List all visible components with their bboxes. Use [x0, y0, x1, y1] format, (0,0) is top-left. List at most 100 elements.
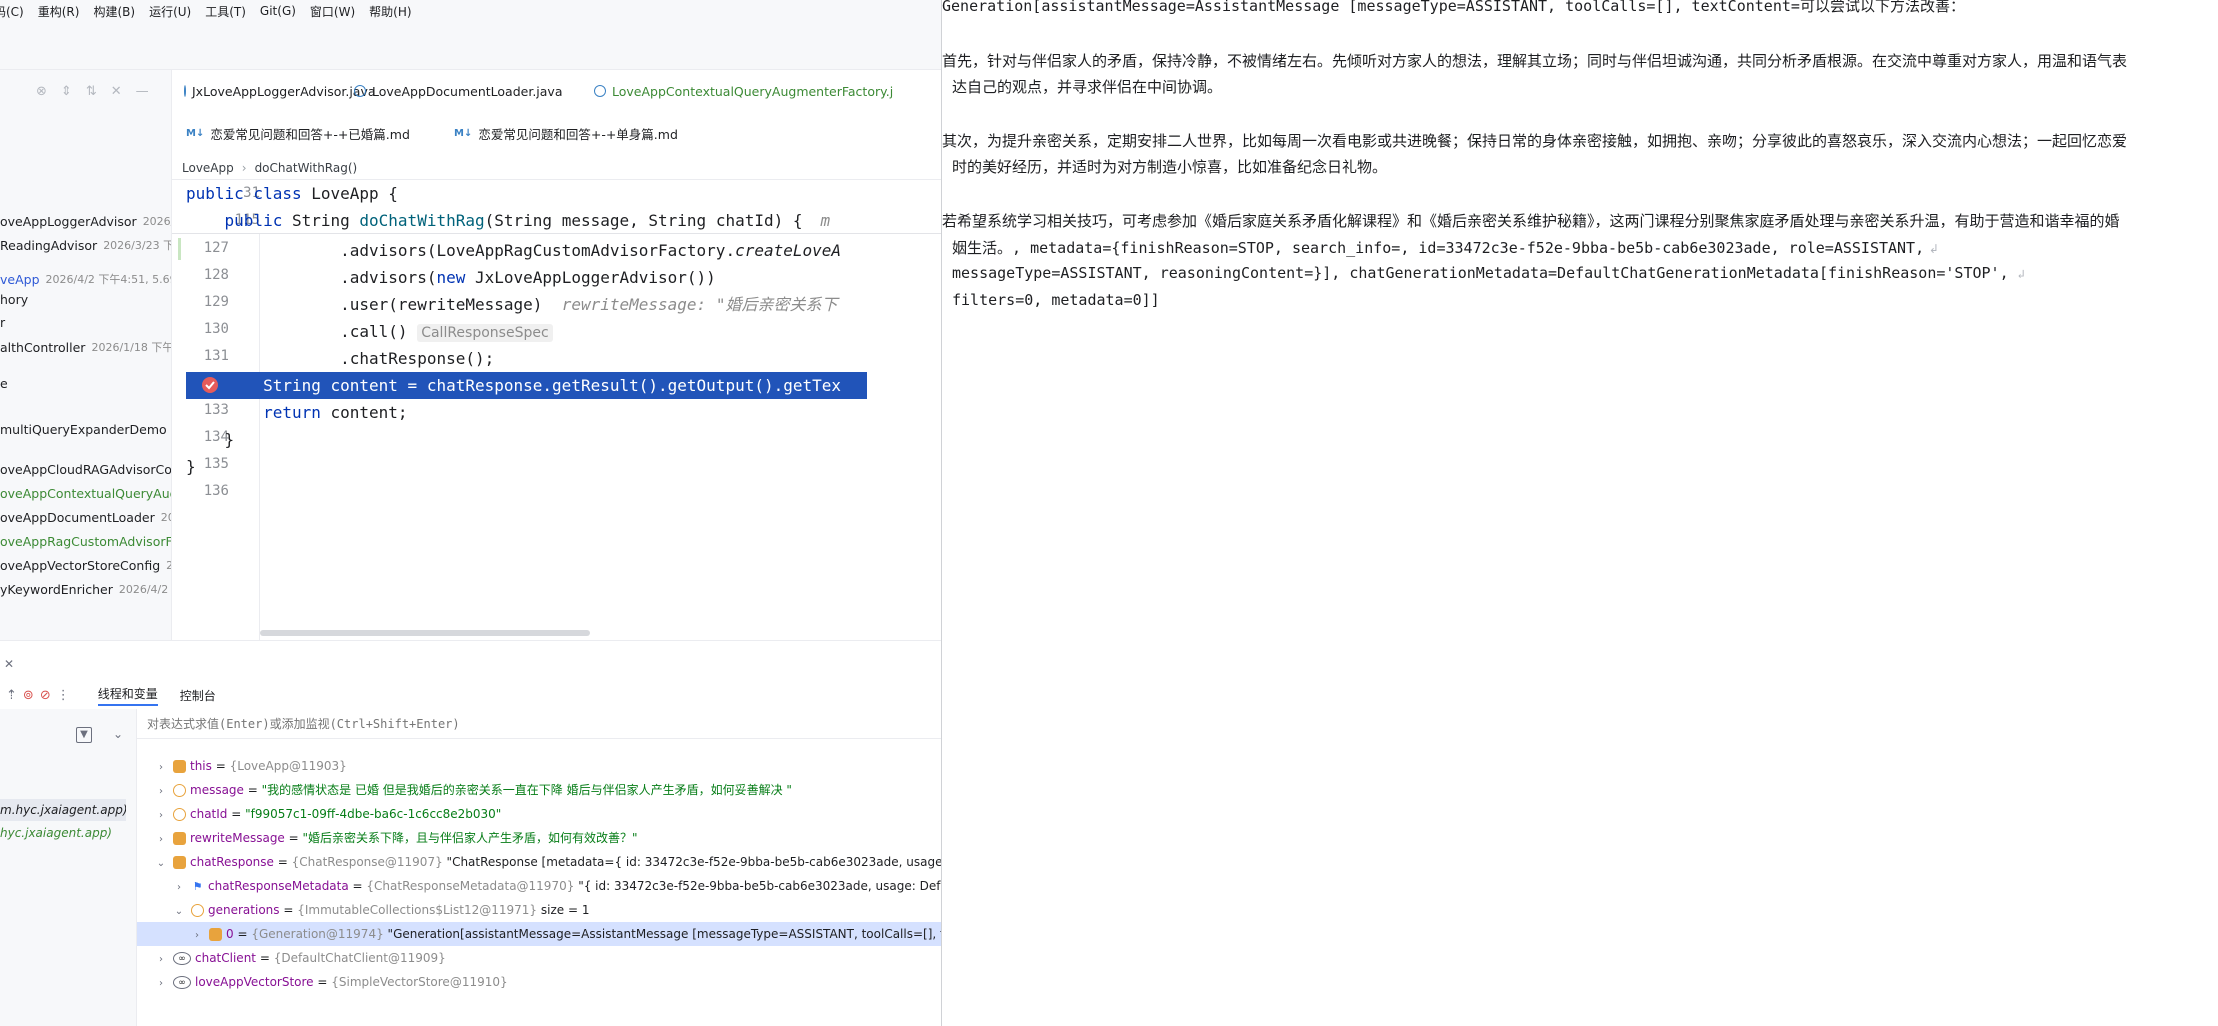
tab-query-augmenter[interactable]: LoveAppContextualQueryAugmenterFactory.j [582, 78, 893, 104]
variable-row[interactable]: › ⚑ chatResponseMetadata = {ChatResponseMe… [137, 874, 941, 898]
tree-item[interactable]: oveAppCloudRAGAdvisorConfi [0, 458, 171, 480]
variable-name: chatResponse [190, 855, 274, 869]
stack-frame[interactable]: m.hyc.jxaiagent.app) [0, 799, 126, 821]
output-line: 时的美好经历，并适时为对方制造小惊喜，比如准备纪念日礼物。 [952, 158, 1388, 176]
chevron-right-icon[interactable]: › [155, 780, 167, 802]
output-line: 达自己的观点，并寻求伴侣在中间协调。 [952, 78, 1223, 96]
tree-item[interactable]: althController 2026/1/18 下午 [0, 336, 171, 358]
variable-row[interactable]: ⌄ generations = {ImmutableCollections$Lis… [137, 898, 941, 922]
variable-row[interactable]: › this = {LoveApp@11903} [137, 754, 941, 778]
menu-bar: 码(C) 重构(R) 构建(B) 运行(U) 工具(T) Git(G) 窗口(W… [0, 0, 941, 22]
menu-refactor[interactable]: 重构(R) [32, 3, 88, 20]
step-icon[interactable]: ⇡ [6, 688, 17, 703]
tree-item[interactable]: veApp 2026/4/2 下午4:51, 5.69 k [0, 268, 171, 290]
variable-row[interactable]: › chatId = "f99057c1-09ff-4dbe-ba6c-1c6cc… [137, 802, 941, 826]
stack-frame[interactable]: hyc.jxaiagent.app) [0, 822, 126, 844]
menu-window[interactable]: 窗口(W) [304, 3, 363, 20]
evaluate-expression-input[interactable] [147, 711, 847, 737]
code-text: String [282, 211, 360, 230]
tree-item[interactable]: oveAppLoggerAdvisor 2026/ [0, 210, 171, 232]
code-text: JxLoveAppLoggerAdvisor()) [465, 268, 716, 287]
code-text: .call() [186, 322, 408, 341]
menu-run[interactable]: 运行(U) [143, 3, 199, 20]
tree-item-name: oveAppDocumentLoader [0, 509, 155, 525]
tab-threads-variables[interactable]: 线程和变量 [97, 685, 158, 706]
chevron-down-icon[interactable]: ⌄ [173, 900, 185, 922]
tree-item-name: hory [0, 291, 29, 307]
value-viewer-panel: Generation[assistantMessage=AssistantMes… [941, 0, 2218, 1026]
menu-build[interactable]: 构建(B) [87, 3, 143, 20]
chevron-right-icon[interactable]: › [155, 972, 167, 994]
tree-item-name: veApp [0, 271, 40, 287]
close-icon[interactable]: ✕ [4, 657, 14, 671]
filter-icon[interactable]: ▼ [76, 727, 92, 743]
frames-list: m.hyc.jxaiagent.app) hyc.jxaiagent.app) [0, 709, 137, 1026]
line-number: 135 [203, 456, 229, 472]
more-icon[interactable]: ⋮ [57, 688, 70, 703]
tab-document-loader[interactable]: LoveAppDocumentLoader.java [342, 78, 582, 104]
parameter-icon [173, 784, 186, 797]
chevron-right-icon[interactable]: › [155, 948, 167, 970]
menu-tools[interactable]: 工具(T) [199, 3, 254, 20]
tree-item[interactable]: oveAppDocumentLoader 2026/ [0, 506, 171, 528]
tree-item-meta: 2026/3/23 下 [103, 239, 172, 252]
tree-item[interactable]: hory [0, 288, 28, 310]
chevron-right-icon[interactable]: › [155, 828, 167, 850]
locate-icon[interactable]: ⊗ [36, 84, 47, 99]
minimize-icon[interactable]: — [136, 84, 149, 99]
code-line: } [186, 457, 196, 476]
variable-row[interactable]: › ∞ loveAppVectorStore = {SimpleVectorStor… [137, 970, 941, 994]
variable-row-selected[interactable]: › 0 = {Generation@11974} "Generation[assi… [137, 922, 941, 946]
variable-value: "婚后亲密关系下降，且与伴侣家人产生矛盾，如何有效改善？" [302, 831, 638, 845]
close-icon[interactable]: ✕ [111, 84, 122, 99]
variable-row[interactable]: › message = "我的感情状态是 已婚 但是我婚后的亲密关系一直在下降 婚… [137, 778, 941, 802]
variable-row[interactable]: › rewriteMessage = "婚后亲密关系下降，且与伴侣家人产生矛盾，如… [137, 826, 941, 850]
breadcrumb-method[interactable]: doChatWithRag() [255, 161, 358, 175]
tree-item[interactable]: r [0, 311, 5, 333]
chevron-right-icon[interactable]: › [155, 756, 167, 778]
editor-tab-bar-row2: M↓ 恋爱常见问题和回答+-+已婚篇.md M↓ 恋爱常见问题和回答+-+单身篇.m… [172, 120, 941, 146]
tree-item-name: oveAppContextualQueryAugme [0, 485, 171, 501]
list-icon [191, 904, 204, 917]
horizontal-scrollbar[interactable] [260, 630, 590, 636]
collapse-icon[interactable]: ⇅ [86, 84, 97, 99]
variable-name: loveAppVectorStore [195, 975, 314, 989]
menu-code[interactable]: 码(C) [0, 3, 32, 20]
mute-breakpoints-icon[interactable]: ⊘ [40, 688, 51, 703]
tree-item[interactable]: oveAppRagCustomAdvisorFact [0, 530, 171, 552]
markdown-icon: M↓ [186, 127, 205, 139]
tab-single-md[interactable]: M↓ 恋爱常见问题和回答+-+单身篇.md [442, 120, 678, 146]
tab-console[interactable]: 控制台 [180, 687, 216, 704]
tree-item[interactable]: multiQueryExpanderDemo2 [0, 418, 171, 440]
breakpoint-icon[interactable] [200, 375, 220, 395]
output-text: 可以尝试以下方法改善： [1799, 0, 1965, 15]
chevron-right-icon[interactable]: › [191, 924, 203, 946]
markdown-icon: M↓ [454, 127, 473, 139]
parameter-icon [173, 808, 186, 821]
tree-item[interactable]: oveAppContextualQueryAugme [0, 482, 171, 504]
chevron-right-icon[interactable]: › [173, 876, 185, 898]
tree-item[interactable]: e [0, 372, 8, 394]
view-breakpoints-icon[interactable]: ⊚ [23, 688, 34, 703]
java-class-icon [184, 85, 186, 97]
tree-item-name: oveAppVectorStoreConfig [0, 557, 161, 573]
menu-help[interactable]: 帮助(H) [363, 3, 419, 20]
output-line: messageType=ASSISTANT, reasoningContent=… [952, 264, 2025, 282]
tab-logger-advisor[interactable]: JxLoveAppLoggerAdvisor.java [172, 78, 376, 104]
tree-item[interactable]: yKeywordEnricher 2026/4/2 下 [0, 578, 171, 600]
breadcrumb-class[interactable]: LoveApp [182, 161, 234, 175]
tree-item[interactable]: ReadingAdvisor 2026/3/23 下 [0, 234, 172, 256]
variable-name: message [190, 783, 244, 797]
variable-row[interactable]: ⌄ chatResponse = {ChatResponse@11907} "Ch… [137, 850, 941, 874]
menu-git[interactable]: Git(G) [254, 4, 304, 18]
chevron-down-icon[interactable]: ⌄ [155, 852, 167, 874]
expand-icon[interactable]: ⇕ [61, 84, 72, 99]
tree-item[interactable]: oveAppVectorStoreConfig2026 [0, 554, 171, 576]
chevron-down-icon[interactable]: ⌄ [113, 727, 123, 741]
chevron-right-icon[interactable]: › [155, 804, 167, 826]
tree-item-name: yKeywordEnricher [0, 581, 113, 597]
variable-row[interactable]: › ∞ chatClient = {DefaultChatClient@11909} [137, 946, 941, 970]
inline-debug-value: rewriteMessage: "婚后亲密关系下 [542, 295, 838, 314]
tab-married-md[interactable]: M↓ 恋爱常见问题和回答+-+已婚篇.md [172, 120, 442, 146]
